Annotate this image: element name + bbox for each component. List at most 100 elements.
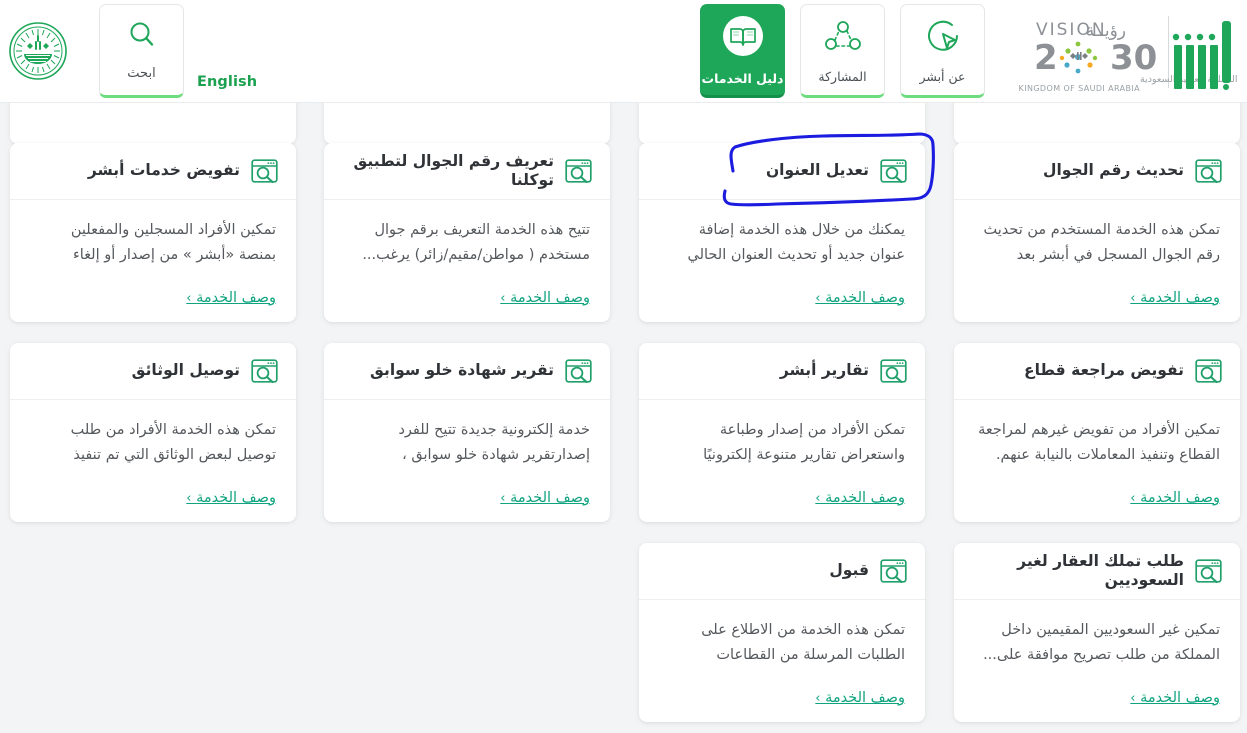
service-card[interactable]: توصيل الوثائق تمكن هذه الخدمة الأفراد من…	[10, 343, 296, 522]
service-card-header: تفويض خدمات أبشر	[10, 143, 296, 200]
service-description-link[interactable]: وصف الخدمة ›	[659, 490, 905, 506]
service-card[interactable]: تعريف رقم الجوال لتطبيق توكلنا تتيح هذه …	[324, 143, 610, 322]
absher-wordmark	[1172, 21, 1231, 90]
service-card-title: تعديل العنوان	[765, 161, 869, 180]
nav-item-participation-label: المشاركة	[818, 69, 867, 84]
vision-year-2: 2	[1034, 38, 1058, 78]
service-card-title: تفويض خدمات أبشر	[87, 161, 240, 180]
header-nav: دليل الخدمات المشاركة عن أبشر	[700, 4, 985, 98]
vision-2030-logo: VISION رؤيــة 2 30 المملكة العربية السعو…	[1018, 14, 1238, 91]
service-description-link[interactable]: وصف الخدمة ›	[659, 290, 905, 306]
service-card-description: تمكن هذه الخدمة من الاطلاع على الطلبات ا…	[701, 622, 905, 664]
search-button-label: ابحث	[127, 65, 156, 81]
browser-search-icon	[880, 159, 907, 184]
service-card-body: خدمة إلكترونية جديدة تتيح للفرد إصدارتقر…	[324, 400, 610, 522]
service-card[interactable]: تعديل العنوان يمكنك من خلال هذه الخدمة إ…	[639, 143, 925, 322]
service-card-header: تعريف رقم الجوال لتطبيق توكلنا	[324, 143, 610, 200]
service-card[interactable]: تحديث رقم الجوال تمكن هذه الخدمة المستخد…	[954, 143, 1240, 322]
nav-item-about-absher[interactable]: عن أبشر	[900, 4, 985, 98]
service-card-description: تمكن هذه الخدمة المستخدم من تحديث رقم ال…	[983, 222, 1221, 264]
service-card-body: تمكين الأفراد المسجلين والمفعلين بمنصة «…	[10, 200, 296, 322]
service-description-link-label: وصف الخدمة	[1140, 490, 1220, 506]
services-card-grid: تفويض خدمات أبشر تمكين الأفراد المسجلين …	[0, 94, 1247, 733]
service-card-body: تتيح هذه الخدمة التعريف برقم جوال مستخدم…	[324, 200, 610, 322]
service-description-link-label: وصف الخدمة	[825, 690, 905, 706]
service-card-body: تمكين الأفراد من تفويض غيرهم لمراجعة الق…	[954, 400, 1240, 522]
service-card-description: تتيح هذه الخدمة التعريف برقم جوال مستخدم…	[362, 222, 590, 264]
service-description-link-label: وصف الخدمة	[510, 490, 590, 506]
service-card-body: تمكن هذه الخدمة من الاطلاع على الطلبات ا…	[639, 600, 925, 722]
chevron-left-icon: ›	[1130, 491, 1136, 506]
service-description-link-label: وصف الخدمة	[825, 290, 905, 306]
service-description-link[interactable]: وصف الخدمة ›	[344, 490, 590, 506]
service-card-title: تعريف رقم الجوال لتطبيق توكلنا	[353, 151, 554, 189]
service-description-link[interactable]: وصف الخدمة ›	[30, 490, 276, 506]
service-card-description: يمكنك من خلال هذه الخدمة إضافة عنوان جدي…	[687, 222, 906, 264]
service-card-body: تمكين غير السعوديين المقيمين داخل المملك…	[954, 600, 1240, 722]
service-card-title: قبول	[829, 561, 869, 580]
service-description-link[interactable]: وصف الخدمة ›	[974, 290, 1220, 306]
service-card-body: تمكن هذه الخدمة الأفراد من طلب توصيل لبع…	[10, 400, 296, 522]
chevron-left-icon: ›	[1130, 291, 1136, 306]
vision-year-30: 30	[1110, 38, 1157, 78]
service-card-header: تفويض مراجعة قطاع	[954, 343, 1240, 400]
service-card-description: تمكن هذه الخدمة الأفراد من طلب توصيل لبع…	[70, 422, 276, 464]
service-card[interactable]: تفويض خدمات أبشر تمكين الأفراد المسجلين …	[10, 143, 296, 322]
chevron-left-icon: ›	[186, 291, 192, 306]
service-description-link[interactable]: وصف الخدمة ›	[659, 690, 905, 706]
service-card-title: تقارير أبشر	[779, 361, 869, 380]
service-card-header: قبول	[639, 543, 925, 600]
service-description-link[interactable]: وصف الخدمة ›	[30, 290, 276, 306]
browser-search-icon	[1195, 559, 1222, 584]
open-book-icon	[721, 14, 765, 62]
service-card-header: تقارير أبشر	[639, 343, 925, 400]
nav-item-services-guide[interactable]: دليل الخدمات	[700, 4, 785, 98]
service-description-link[interactable]: وصف الخدمة ›	[974, 690, 1220, 706]
browser-search-icon	[880, 559, 907, 584]
browser-search-icon	[565, 159, 592, 184]
nav-item-participation[interactable]: المشاركة	[800, 4, 885, 98]
nav-item-services-guide-label: دليل الخدمات	[701, 71, 784, 86]
vision-kingdom-en: KINGDOM OF SAUDI ARABIA	[1019, 84, 1141, 91]
vision-mosaic-emblem	[1059, 41, 1098, 74]
chevron-left-icon: ›	[1130, 691, 1136, 706]
chevron-left-icon: ›	[186, 491, 192, 506]
service-card-title: تقرير شهادة خلو سوابق	[370, 361, 554, 380]
chevron-left-icon: ›	[815, 691, 821, 706]
service-description-link[interactable]: وصف الخدمة ›	[344, 290, 590, 306]
service-card-description: خدمة إلكترونية جديدة تتيح للفرد إصدارتقر…	[398, 422, 590, 464]
language-switch-english[interactable]: English	[197, 74, 257, 90]
service-card[interactable]: طلب تملك العقار لغير السعوديين تمكين غير…	[954, 543, 1240, 722]
browser-search-icon	[565, 359, 592, 384]
service-card-header: طلب تملك العقار لغير السعوديين	[954, 543, 1240, 600]
service-card-description: تمكين الأفراد المسجلين والمفعلين بمنصة «…	[70, 222, 276, 264]
service-card-header: تقرير شهادة خلو سوابق	[324, 343, 610, 400]
search-button[interactable]: ابحث	[99, 4, 184, 98]
share-nodes-icon	[822, 16, 864, 60]
chevron-left-icon: ›	[815, 491, 821, 506]
service-description-link-label: وصف الخدمة	[1140, 690, 1220, 706]
service-card-description: تمكن الأفراد من إصدار وطباعة واستعراض تق…	[703, 422, 905, 464]
nav-item-about-absher-label: عن أبشر	[919, 69, 966, 84]
service-card[interactable]: قبول تمكن هذه الخدمة من الاطلاع على الطل…	[639, 543, 925, 722]
browser-search-icon	[251, 159, 278, 184]
service-card[interactable]: تقارير أبشر تمكن الأفراد من إصدار وطباعة…	[639, 343, 925, 522]
browser-search-icon	[1195, 159, 1222, 184]
chevron-left-icon: ›	[815, 291, 821, 306]
saudi-national-emblem-icon	[8, 13, 68, 89]
service-card-title: تفويض مراجعة قطاع	[1024, 361, 1184, 380]
site-header: ابحث English دليل الخدمات المشاركة عن أب…	[0, 0, 1247, 103]
service-description-link[interactable]: وصف الخدمة ›	[974, 490, 1220, 506]
service-card-body: تمكن الأفراد من إصدار وطباعة واستعراض تق…	[639, 400, 925, 522]
service-card-header: تعديل العنوان	[639, 143, 925, 200]
browser-search-icon	[1195, 359, 1222, 384]
service-card-title: توصيل الوثائق	[131, 361, 240, 380]
service-card-header: تحديث رقم الجوال	[954, 143, 1240, 200]
chevron-left-icon: ›	[500, 491, 506, 506]
service-card-body: تمكن هذه الخدمة المستخدم من تحديث رقم ال…	[954, 200, 1240, 322]
service-card-description: تمكين الأفراد من تفويض غيرهم لمراجعة الق…	[978, 422, 1220, 464]
service-card-title: طلب تملك العقار لغير السعوديين	[1017, 551, 1184, 589]
service-description-link-label: وصف الخدمة	[196, 490, 276, 506]
service-card[interactable]: تقرير شهادة خلو سوابق خدمة إلكترونية جدي…	[324, 343, 610, 522]
service-card[interactable]: تفويض مراجعة قطاع تمكين الأفراد من تفويض…	[954, 343, 1240, 522]
